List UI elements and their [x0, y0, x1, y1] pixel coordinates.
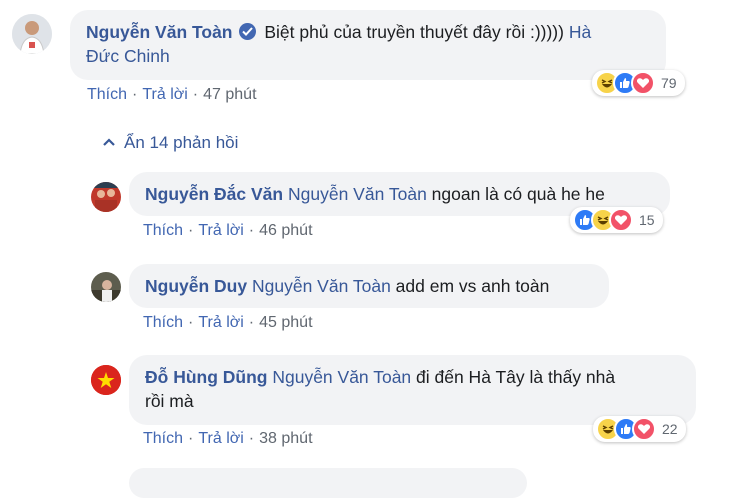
comment-author[interactable]: Nguyễn Văn Toàn: [86, 22, 233, 42]
reaction-summary[interactable]: 22: [593, 416, 686, 442]
comment-author[interactable]: Đỗ Hùng Dũng: [145, 367, 267, 387]
reaction-summary[interactable]: 15: [570, 207, 663, 233]
comment-author[interactable]: Nguyễn Duy: [145, 276, 247, 296]
mention-link[interactable]: Nguyễn Văn Toàn: [272, 367, 411, 387]
love-reaction-icon: [631, 71, 655, 95]
mention-link[interactable]: Hà: [569, 22, 591, 42]
like-link[interactable]: Thích: [143, 430, 183, 447]
comment-actions: Thích · Trả lời · 46 phút: [143, 222, 313, 240]
reply-link[interactable]: Trả lời: [198, 430, 243, 447]
reply-link[interactable]: Trả lời: [198, 222, 243, 239]
reply-link[interactable]: Trả lời: [198, 314, 243, 331]
comment-time[interactable]: 45 phút: [259, 314, 312, 331]
comment-time[interactable]: 38 phút: [259, 430, 312, 447]
comment-time[interactable]: 47 phút: [203, 86, 256, 103]
separator: ·: [188, 430, 194, 447]
mention-link[interactable]: Nguyễn Văn Toàn: [288, 184, 427, 204]
comment-text: rồi mà: [145, 391, 194, 411]
separator: ·: [248, 222, 255, 239]
reply-link[interactable]: Trả lời: [142, 86, 187, 103]
separator: ·: [248, 314, 255, 331]
mention-link[interactable]: Nguyễn Văn Toàn: [252, 276, 391, 296]
hide-replies-label: Ẩn 14 phản hồi: [124, 133, 239, 152]
comment-bubble: Đỗ Hùng Dũng Nguyễn Văn Toàn đi đến Hà T…: [129, 355, 696, 425]
comment-text: đi đến Hà Tây là thấy nhà: [411, 367, 616, 387]
hide-replies-toggle[interactable]: Ẩn 14 phản hồi: [102, 133, 238, 153]
avatar[interactable]: [12, 14, 52, 54]
avatar[interactable]: [91, 272, 121, 302]
separator: ·: [188, 222, 194, 239]
separator: ·: [248, 430, 255, 447]
comment-author[interactable]: Nguyễn Đắc Văn: [145, 184, 283, 204]
like-link[interactable]: Thích: [87, 86, 127, 103]
reaction-count: 15: [639, 212, 655, 228]
comment-time[interactable]: 46 phút: [259, 222, 312, 239]
comment-actions: Thích · Trả lời · 38 phút: [143, 430, 313, 448]
comment-actions: Thích · Trả lời · 47 phút: [87, 86, 257, 104]
love-reaction-icon: [609, 208, 633, 232]
verified-badge-icon: [238, 23, 256, 40]
love-reaction-icon: [632, 417, 656, 441]
reaction-count: 22: [662, 421, 678, 437]
comment-text: ngoan là có quà he he: [426, 184, 605, 204]
separator: ·: [188, 314, 194, 331]
separator: ·: [132, 86, 138, 103]
chevron-up-icon: [103, 138, 115, 146]
vietnam-flag-icon: [91, 365, 121, 395]
comment-bubble: Nguyễn Duy Nguyễn Văn Toàn add em vs anh…: [129, 264, 609, 308]
avatar[interactable]: [91, 365, 121, 395]
like-link[interactable]: Thích: [143, 314, 183, 331]
comment-actions: Thích · Trả lời · 45 phút: [143, 314, 313, 332]
comment-text: Biệt phủ của truyền thuyết đây rồi :))))…: [264, 22, 569, 42]
comment-bubble: Nguyễn Văn Toàn Biệt phủ của truyền thuy…: [70, 10, 666, 80]
separator: ·: [192, 86, 199, 103]
comment-text: add em vs anh toàn: [390, 276, 550, 296]
mention-link[interactable]: Đức Chinh: [86, 46, 170, 66]
like-link[interactable]: Thích: [143, 222, 183, 239]
reaction-count: 79: [661, 75, 677, 91]
reaction-summary[interactable]: 79: [592, 70, 685, 96]
avatar[interactable]: [91, 182, 121, 212]
